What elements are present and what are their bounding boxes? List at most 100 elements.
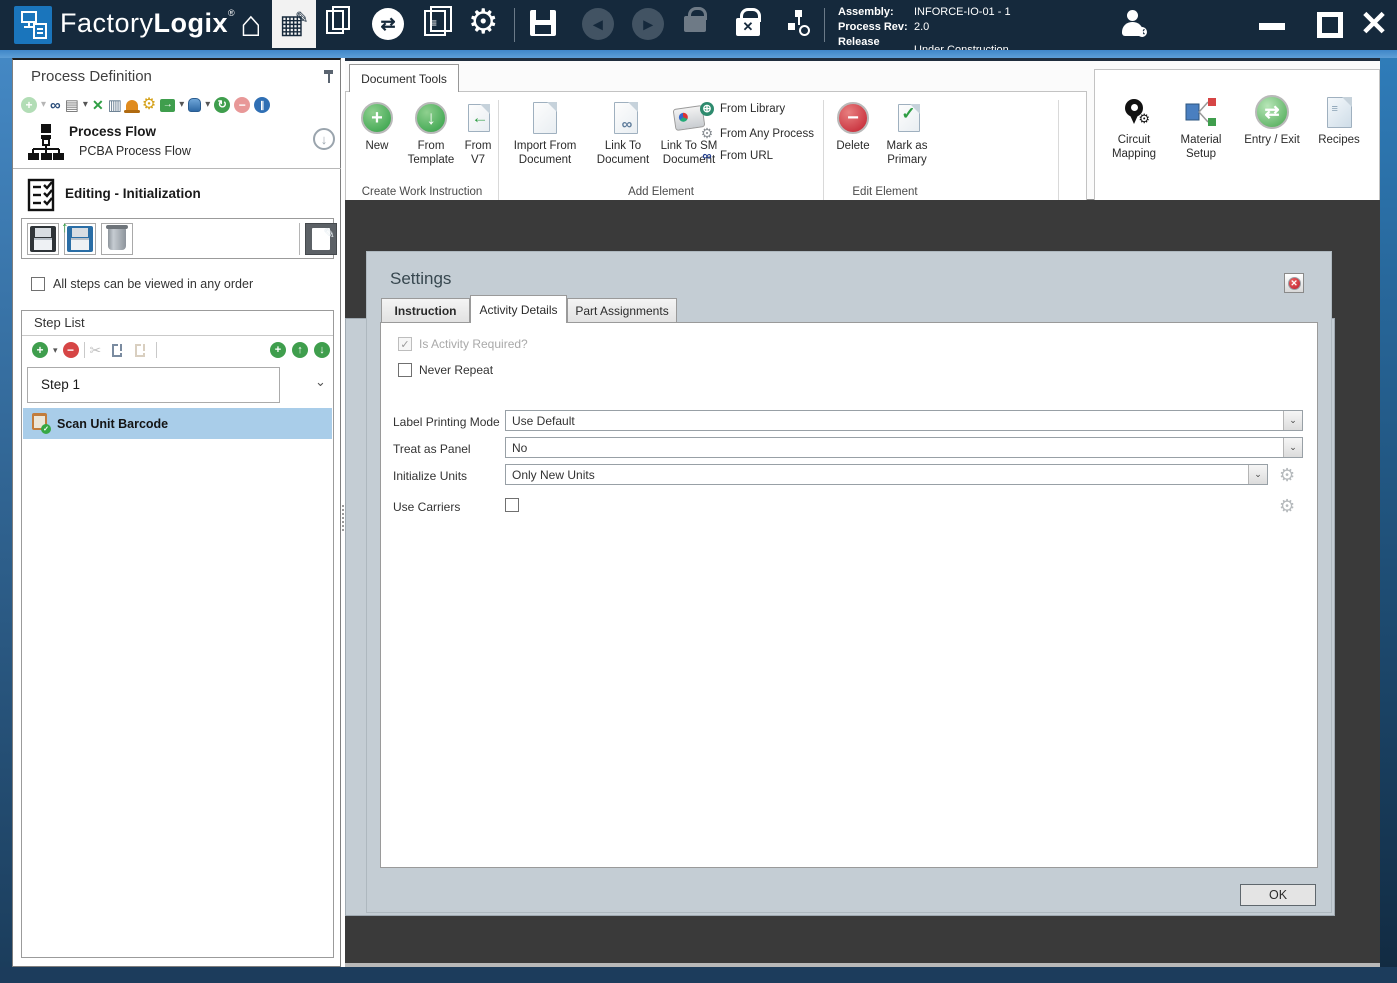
mark-as-primary-button[interactable]: ✓ Mark as Primary — [878, 98, 936, 168]
chevron-down-icon[interactable]: ⌄ — [1283, 438, 1302, 457]
move-up-icon[interactable]: ↑ — [292, 342, 308, 358]
from-template-button[interactable]: ↓ From Template — [402, 98, 460, 168]
label-printing-mode-select[interactable]: Use Default ⌄ — [505, 410, 1303, 431]
is-activity-required-row: ✓ Is Activity Required? — [398, 337, 528, 351]
print-icon[interactable]: ▤ — [65, 98, 79, 113]
flow-search-icon[interactable] — [786, 10, 810, 36]
print-dropdown-icon[interactable]: ▾ — [83, 100, 88, 110]
window-left-edge — [0, 58, 12, 967]
any-order-checkbox[interactable] — [31, 277, 45, 291]
bucket-dropdown-icon[interactable]: ▾ — [205, 100, 210, 110]
new-button[interactable]: + New — [354, 98, 400, 154]
close-button[interactable]: ✕ — [1352, 2, 1396, 46]
presentation-icon[interactable]: ▥ — [108, 98, 122, 113]
forward-icon[interactable]: ▸ — [632, 8, 664, 40]
import-from-document-button[interactable]: Import From Document — [506, 98, 584, 168]
never-repeat-checkbox[interactable] — [398, 363, 412, 377]
pin-icon[interactable] — [323, 70, 334, 89]
bucket-icon[interactable] — [188, 98, 202, 112]
documents-icon[interactable] — [326, 6, 350, 34]
export-dropdown-icon[interactable]: ▾ — [179, 100, 184, 110]
from-library-button[interactable]: ⊕ From Library — [698, 102, 785, 116]
user-logout-icon[interactable]: ✕ — [1122, 10, 1148, 41]
activity-label: Scan Unit Barcode — [57, 416, 169, 431]
treat-as-panel-select[interactable]: No ⌄ — [505, 437, 1303, 458]
process-editor-icon[interactable]: ▦ ✎ — [272, 0, 316, 48]
add-step-dropdown-icon[interactable]: ▾ — [53, 345, 58, 356]
window-right-edge — [1380, 58, 1397, 967]
chevron-down-icon[interactable]: ⌄ — [1283, 411, 1302, 430]
tab-activity-details[interactable]: Activity Details — [470, 295, 567, 323]
back-icon[interactable]: ◂ — [582, 8, 614, 40]
copy-icon[interactable] — [112, 339, 129, 357]
use-carriers-checkbox[interactable] — [505, 498, 519, 512]
home-icon[interactable]: ⌂ — [230, 2, 272, 46]
from-v7-button[interactable]: ← From V7 — [458, 98, 498, 168]
group-label-add: Add Element — [628, 186, 694, 198]
bell-icon[interactable] — [123, 99, 140, 113]
sync-icon[interactable]: ⇄ — [372, 8, 404, 40]
ok-button[interactable]: OK — [1240, 884, 1316, 906]
edit-document-button[interactable]: ✎ — [305, 223, 337, 255]
remove-step-icon[interactable]: − — [62, 342, 79, 358]
add-step-icon[interactable]: + — [32, 342, 48, 358]
entry-exit-button[interactable]: ⇄ Entry / Exit — [1237, 92, 1307, 148]
insert-step-icon[interactable]: + — [270, 342, 286, 358]
from-url-button[interactable]: ∞ From URL — [698, 148, 773, 163]
remove-icon[interactable]: − — [234, 97, 251, 113]
export-icon[interactable]: → — [160, 98, 176, 112]
tab-part-assignments[interactable]: Part Assignments — [567, 298, 677, 323]
material-setup-button[interactable]: Material Setup — [1171, 92, 1231, 162]
refresh-icon[interactable]: ↻ — [214, 97, 231, 113]
treat-as-panel-value: No — [512, 440, 528, 455]
link-to-document-button[interactable]: ∞ Link To Document — [590, 98, 656, 168]
any-order-label: All steps can be viewed in any order — [53, 277, 254, 291]
cut-icon[interactable]: ✂ — [90, 342, 102, 359]
gear-icon[interactable]: ⚙ — [142, 97, 156, 113]
save-icon[interactable] — [530, 10, 556, 36]
never-repeat-row: Never Repeat — [398, 363, 493, 377]
delete-document-button[interactable] — [101, 223, 133, 255]
copy-pages-icon[interactable]: ≡ — [424, 6, 452, 36]
new-icon: + — [361, 98, 393, 138]
settings-gear-icon[interactable]: ⚙ — [468, 2, 498, 42]
maximize-button[interactable] — [1310, 8, 1350, 42]
step-name-input[interactable]: Step 1 — [27, 367, 280, 403]
pause-icon[interactable]: ∥ — [254, 97, 271, 113]
flow-title[interactable]: Process Flow — [69, 124, 156, 139]
collapse-flow-icon[interactable]: ↓ — [313, 128, 335, 150]
from-any-process-button[interactable]: ⚙ From Any Process — [698, 125, 814, 142]
step-list-header: Step List — [34, 315, 85, 330]
tab-instruction[interactable]: Instruction — [381, 298, 470, 323]
initialize-units-select[interactable]: Only New Units ⌄ — [505, 464, 1268, 485]
title-bar: FactoryLogix® ⌂ ▦ ✎ ⇄ ≡ ⚙ ◂ ▸ ✕ Assembly:… — [0, 0, 1397, 63]
arrange-icon[interactable]: ✕ — [92, 98, 104, 112]
unlock-icon[interactable] — [684, 7, 708, 32]
tab-document-tools[interactable]: Document Tools — [349, 64, 459, 92]
move-down-icon[interactable]: ↓ — [314, 342, 330, 358]
dialog-close-button[interactable]: ✕ — [1284, 273, 1304, 293]
add-icon[interactable]: + — [21, 97, 37, 113]
gears-icon: ⚙ — [700, 125, 714, 141]
initialize-units-gear-icon[interactable]: ⚙ — [1279, 466, 1295, 484]
save-step-button[interactable] — [27, 223, 59, 255]
chevron-down-icon[interactable]: ⌄ — [1248, 465, 1267, 484]
lock-icon[interactable]: ✕ — [736, 7, 761, 36]
delete-element-button[interactable]: − Delete — [830, 98, 876, 154]
assembly-label: Assembly: — [838, 6, 894, 18]
paste-icon[interactable] — [135, 339, 152, 357]
divider — [13, 168, 342, 169]
use-carriers-gear-icon[interactable]: ⚙ — [1279, 497, 1295, 515]
panel-toolbar: + ▾ ∞ ▤ ▾ ✕ ▥ ⚙ → ▾ ▾ ↻ − ∥ — [21, 94, 271, 116]
binoculars-icon[interactable]: ∞ — [50, 98, 61, 113]
ribbon: Document Tools + New ↓ From Template ← F… — [345, 58, 1380, 212]
circuit-mapping-button[interactable]: ⚙ Circuit Mapping — [1103, 92, 1165, 162]
group-separator — [1058, 100, 1059, 212]
minimize-button[interactable] — [1252, 12, 1292, 40]
app-brand: FactoryLogix® — [60, 8, 236, 38]
recipes-button[interactable]: ≡ Recipes — [1311, 92, 1367, 148]
step-expander-icon[interactable]: ⌄ — [315, 374, 326, 390]
save-import-button[interactable]: ↑ — [61, 219, 96, 255]
activity-row-selected[interactable]: ✓ Scan Unit Barcode — [23, 408, 332, 439]
add-dropdown-icon[interactable]: ▾ — [41, 100, 46, 110]
